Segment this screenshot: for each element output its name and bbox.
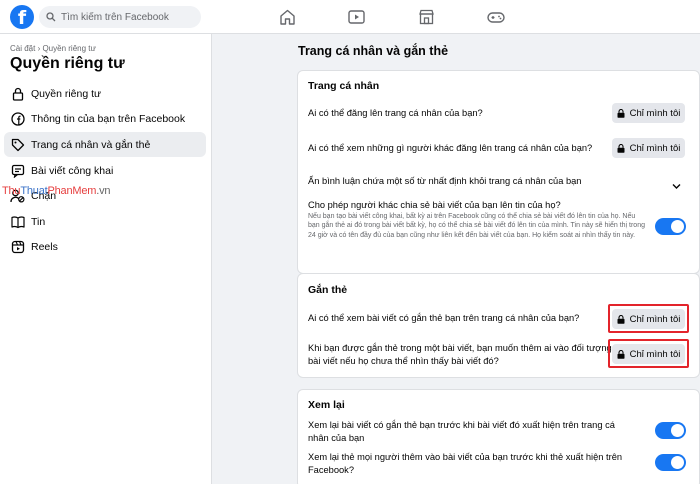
marketplace-icon[interactable] [417,9,435,25]
audience-value: Chỉ mình tôi [629,313,681,325]
hide-comments-setting[interactable]: Ẩn bình luận chứa một số từ nhất định kh… [308,175,581,188]
review-tags-toggle[interactable] [655,454,686,471]
sidebar-item-label: Bài viết công khai [31,164,114,177]
section-title: Trang cá nhân [308,80,380,92]
chevron-down-icon[interactable] [672,177,681,195]
settings-sidebar: Cài đặt › Quyền riêng tư Quyền riêng tư … [0,34,212,484]
audience-button[interactable]: Chỉ mình tôi [612,309,685,329]
review-section-card: Xem lại Xem lại bài viết có gắn thẻ bạn … [297,389,700,484]
facebook-logo[interactable]: f [10,5,34,29]
sidebar-item-label: Quyền riêng tư [31,87,102,100]
sidebar-item-public-posts[interactable]: Bài viết công khai [4,158,206,183]
book-icon [10,214,25,229]
sidebar-item-privacy[interactable]: Quyền riêng tư [4,81,206,106]
public-post-icon [10,163,25,178]
gaming-icon[interactable] [487,9,505,25]
sidebar-item-label: Reels [31,240,58,253]
lock-icon [617,143,625,153]
lock-icon [617,314,625,324]
sidebar-item-label: Thông tin của bạn trên Facebook [31,112,186,125]
setting-label: Khi bạn được gắn thẻ trong một bài viết,… [308,343,630,366]
section-title: Xem lại [308,399,345,411]
page-title: Trang cá nhân và gắn thẻ [298,44,449,58]
audience-button[interactable]: Chỉ mình tôi [612,344,685,364]
sidebar-item-profile-tagging[interactable]: Trang cá nhân và gắn thẻ [4,132,206,157]
audience-value: Chỉ mình tôi [629,142,681,154]
sidebar-item-your-info[interactable]: Thông tin của bạn trên Facebook [4,106,206,131]
setting-label: Cho phép người khác chia sẻ bài viết của… [308,200,561,210]
section-title: Gắn thẻ [308,284,348,296]
share-to-story-toggle[interactable] [655,218,686,235]
video-icon[interactable] [347,9,365,25]
breadcrumb[interactable]: Cài đặt › Quyền riêng tư [10,44,96,53]
tagging-section-card: Gắn thẻ Ai có thể xem bài viết có gắn th… [297,273,700,378]
profile-section-card: Trang cá nhân Ai có thể đăng lên trang c… [297,70,700,274]
search-input[interactable] [61,11,201,23]
home-icon[interactable] [278,9,296,25]
block-icon [10,188,25,203]
search-box[interactable] [39,6,201,28]
setting-label: Ai có thể đăng lên trang cá nhân của bạn… [308,108,483,118]
lock-icon [617,349,625,359]
sidebar-item-stories[interactable]: Tin [4,209,206,234]
sidebar-item-reels[interactable]: Reels [4,234,206,259]
lock-icon [10,86,25,101]
sidebar-item-label: Chặn [31,189,57,202]
facebook-icon [10,111,25,126]
setting-label: Ai có thể xem những gì người khác đăng l… [308,143,593,153]
review-posts-toggle[interactable] [655,422,686,439]
sidebar-item-blocking[interactable]: Chặn [4,183,206,208]
lock-icon [617,108,625,118]
audience-button[interactable]: Chỉ mình tôi [612,103,685,123]
audience-value: Chỉ mình tôi [629,107,681,119]
sidebar-item-label: Tin [31,215,46,228]
setting-label: Ai có thể xem bài viết có gắn thẻ bạn tr… [308,313,580,323]
sidebar-item-label: Trang cá nhân và gắn thẻ [31,138,151,151]
audience-value: Chỉ mình tôi [629,348,681,360]
setting-label: Xem lại bài viết có gắn thẻ bạn trước kh… [308,420,615,443]
top-bar: f [0,0,700,34]
setting-label: Xem lại thẻ mọi người thêm vào bài viết … [308,452,623,475]
setting-description: Nếu bạn tạo bài viết công khai, bất kỳ a… [308,213,645,239]
audience-button[interactable]: Chỉ mình tôi [612,138,685,158]
reels-icon [10,239,25,254]
search-icon [46,12,56,22]
tag-icon [10,137,25,152]
sidebar-title: Quyền riêng tư [10,55,125,72]
